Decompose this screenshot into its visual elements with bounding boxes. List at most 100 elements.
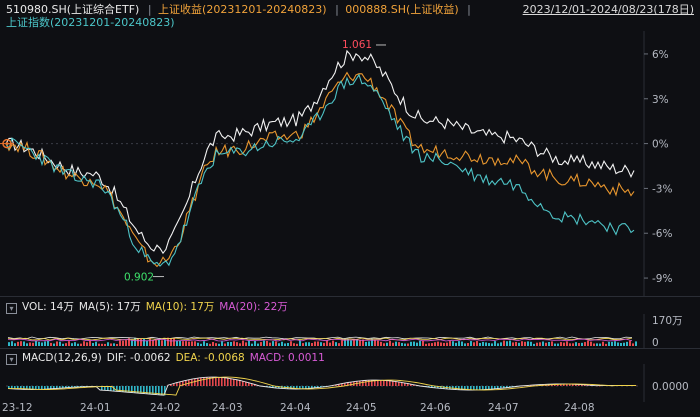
volume-bar xyxy=(509,340,511,346)
volume-bar xyxy=(332,340,334,346)
volume-bar xyxy=(53,343,55,346)
x-tick-label: 23-12 xyxy=(2,402,33,414)
volume-bar xyxy=(545,342,547,346)
volume-bar xyxy=(623,342,625,346)
compare-index-label[interactable]: 000888.SH(上证收益) xyxy=(345,3,458,16)
volume-bar xyxy=(590,341,592,346)
volume-bar xyxy=(74,342,76,346)
y-tick-label: -3% xyxy=(652,183,672,195)
volume-bar xyxy=(125,340,127,346)
volume-bar xyxy=(314,341,316,346)
macd-chart[interactable]: 0.0000 xyxy=(0,364,700,402)
volume-bar xyxy=(503,340,505,346)
volume-bar xyxy=(443,342,445,346)
macd-histogram-bar xyxy=(230,378,232,386)
macd-histogram-bar xyxy=(197,378,199,386)
volume-bar xyxy=(104,343,106,346)
volume-bar xyxy=(206,343,208,346)
volume-bar xyxy=(146,340,148,346)
volume-bar xyxy=(233,341,235,346)
volume-bar xyxy=(89,340,91,346)
volume-bar xyxy=(635,341,637,346)
volume-bar xyxy=(386,342,388,346)
volume-bar xyxy=(251,343,253,346)
high-annotation: 1.061 xyxy=(342,39,372,51)
header-separator: | xyxy=(335,3,339,16)
volume-bar xyxy=(341,340,343,346)
volume-bar xyxy=(86,342,88,346)
y-tick-label: -9% xyxy=(652,273,672,285)
macd-histogram-bar xyxy=(455,386,457,390)
volume-bar xyxy=(272,341,274,346)
macd-histogram-bar xyxy=(386,380,388,386)
volume-bar xyxy=(464,343,466,346)
volume-bar xyxy=(176,340,178,346)
series-line-2[interactable] xyxy=(5,73,635,267)
volume-bar xyxy=(80,343,82,346)
macd-legend: ▾ MACD(12,26,9) DIF: -0.0062 DEA: -0.0068 MA… xyxy=(6,351,330,365)
volume-bar xyxy=(608,341,610,346)
main-price-chart[interactable]: 6% 3% 0% -3% -6% -9% 1.061 0.902 xyxy=(0,31,700,296)
volume-bar xyxy=(599,343,601,346)
x-tick-label: 24-04 xyxy=(280,402,311,414)
volume-bar xyxy=(59,341,61,346)
volume-bar xyxy=(68,341,70,346)
macd-histogram-bar xyxy=(389,380,391,386)
volume-bar xyxy=(338,343,340,346)
volume-bar xyxy=(287,342,289,346)
volume-bar xyxy=(458,341,460,346)
volume-bar xyxy=(512,342,514,346)
macd-dea: DEA: -0.0068 xyxy=(175,352,245,364)
macd-histogram-bar xyxy=(218,377,220,386)
date-range-link[interactable]: 2023/12/01-2024/08/23(178日) xyxy=(523,0,694,20)
volume-bar xyxy=(452,341,454,346)
volume-bar xyxy=(20,341,22,346)
volume-bar xyxy=(11,341,13,346)
volume-bar xyxy=(143,338,145,346)
volume-bar xyxy=(284,343,286,346)
collapse-icon[interactable]: ▾ xyxy=(6,303,17,314)
volume-bar xyxy=(254,340,256,346)
volume-bar xyxy=(437,341,439,346)
volume-bar xyxy=(410,341,412,346)
volume-bar xyxy=(527,341,529,346)
volume-bar xyxy=(26,343,28,346)
volume-bar xyxy=(155,340,157,346)
x-tick-label: 24-08 xyxy=(564,402,595,414)
volume-bar xyxy=(257,343,259,346)
volume-bar xyxy=(32,342,34,346)
volume-bar xyxy=(17,341,19,346)
volume-bar xyxy=(8,342,10,346)
volume-bar xyxy=(227,341,229,346)
volume-bar xyxy=(632,343,634,346)
vol-y-tick-label: 170万 xyxy=(652,315,683,327)
volume-bar xyxy=(587,340,589,346)
compare-return-label[interactable]: 上证收益(20231201-20240823) xyxy=(158,3,327,16)
volume-bar xyxy=(500,342,502,346)
macd-histogram-bar xyxy=(185,380,187,386)
series-line-0[interactable] xyxy=(5,49,635,255)
volume-bar xyxy=(299,340,301,346)
series-line-1[interactable] xyxy=(5,71,635,268)
volume-bar xyxy=(62,343,64,346)
macd-histogram-bar xyxy=(215,377,217,386)
volume-chart[interactable]: 170万 0 xyxy=(0,314,700,348)
volume-bar xyxy=(215,343,217,346)
index-compare-label[interactable]: 上证指数(20231201-20240823) xyxy=(6,15,175,31)
volume-bar xyxy=(470,341,472,346)
volume-bar xyxy=(182,341,184,346)
volume-bar xyxy=(524,341,526,346)
volume-bar xyxy=(359,340,361,346)
macd-histogram-bar xyxy=(200,377,202,386)
volume-bar xyxy=(518,342,520,346)
volume-bar xyxy=(323,342,325,346)
vol-ma5: MA(5): 17万 xyxy=(78,301,141,313)
macd-histogram-bar xyxy=(380,380,382,386)
volume-bar xyxy=(170,338,172,346)
volume-bar xyxy=(242,340,244,346)
volume-bar xyxy=(230,341,232,346)
volume-bar xyxy=(326,340,328,346)
volume-bar xyxy=(380,341,382,346)
x-tick-label: 24-06 xyxy=(420,402,451,414)
volume-bar xyxy=(440,342,442,346)
